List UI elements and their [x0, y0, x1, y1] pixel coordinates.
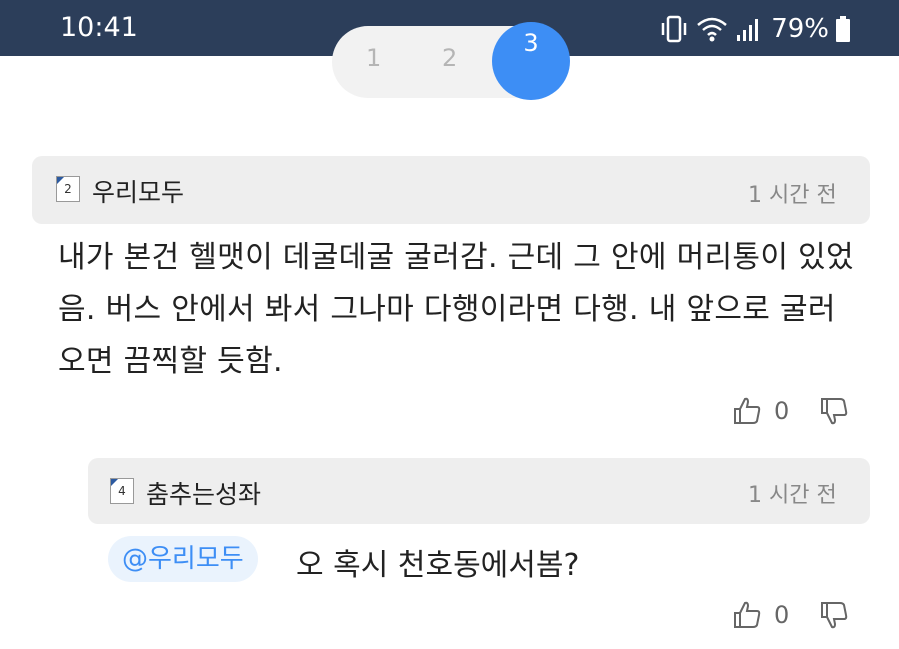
- thumbs-down-icon[interactable]: [819, 396, 849, 426]
- reply-level-number: 4: [118, 484, 126, 498]
- like-count: 0: [774, 397, 790, 425]
- reply-body: 오 혹시 천호동에서봄?: [296, 548, 580, 583]
- battery-icon: [836, 16, 850, 42]
- page-3-button[interactable]: 3: [492, 22, 570, 100]
- thumbs-down-icon[interactable]: [819, 600, 849, 630]
- comment-reactions: 0: [732, 396, 849, 426]
- status-icons: 79%: [659, 12, 851, 46]
- thumbs-up-icon[interactable]: [732, 396, 762, 426]
- comment-author[interactable]: 우리모두: [92, 173, 184, 209]
- reply-author[interactable]: 춤추는성좌: [146, 475, 261, 511]
- reply-reactions: 0: [732, 600, 849, 630]
- level-number: 2: [64, 182, 72, 196]
- page-3-label: 3: [523, 29, 539, 57]
- status-time: 10:41: [60, 12, 138, 43]
- thumbs-up-icon[interactable]: [732, 600, 762, 630]
- comment-time: 1 시간 전: [748, 183, 837, 208]
- reply-like-count: 0: [774, 601, 790, 629]
- mention-tag[interactable]: @우리모두: [108, 536, 258, 582]
- signal-icon: [737, 19, 759, 41]
- page-1-button[interactable]: 1: [366, 44, 381, 72]
- vibrate-icon: [661, 15, 687, 43]
- page-2-button[interactable]: 2: [442, 44, 457, 72]
- level-badge: 2: [56, 176, 80, 202]
- comment-body: 내가 본건 헬맷이 데굴데굴 굴러감. 근데 그 안에 머리통이 있었음. 버스…: [58, 240, 854, 379]
- reply-time: 1 시간 전: [748, 483, 837, 508]
- battery-percent: 79%: [771, 14, 829, 44]
- reply-level-badge: 4: [110, 478, 134, 504]
- wifi-icon: [697, 17, 728, 42]
